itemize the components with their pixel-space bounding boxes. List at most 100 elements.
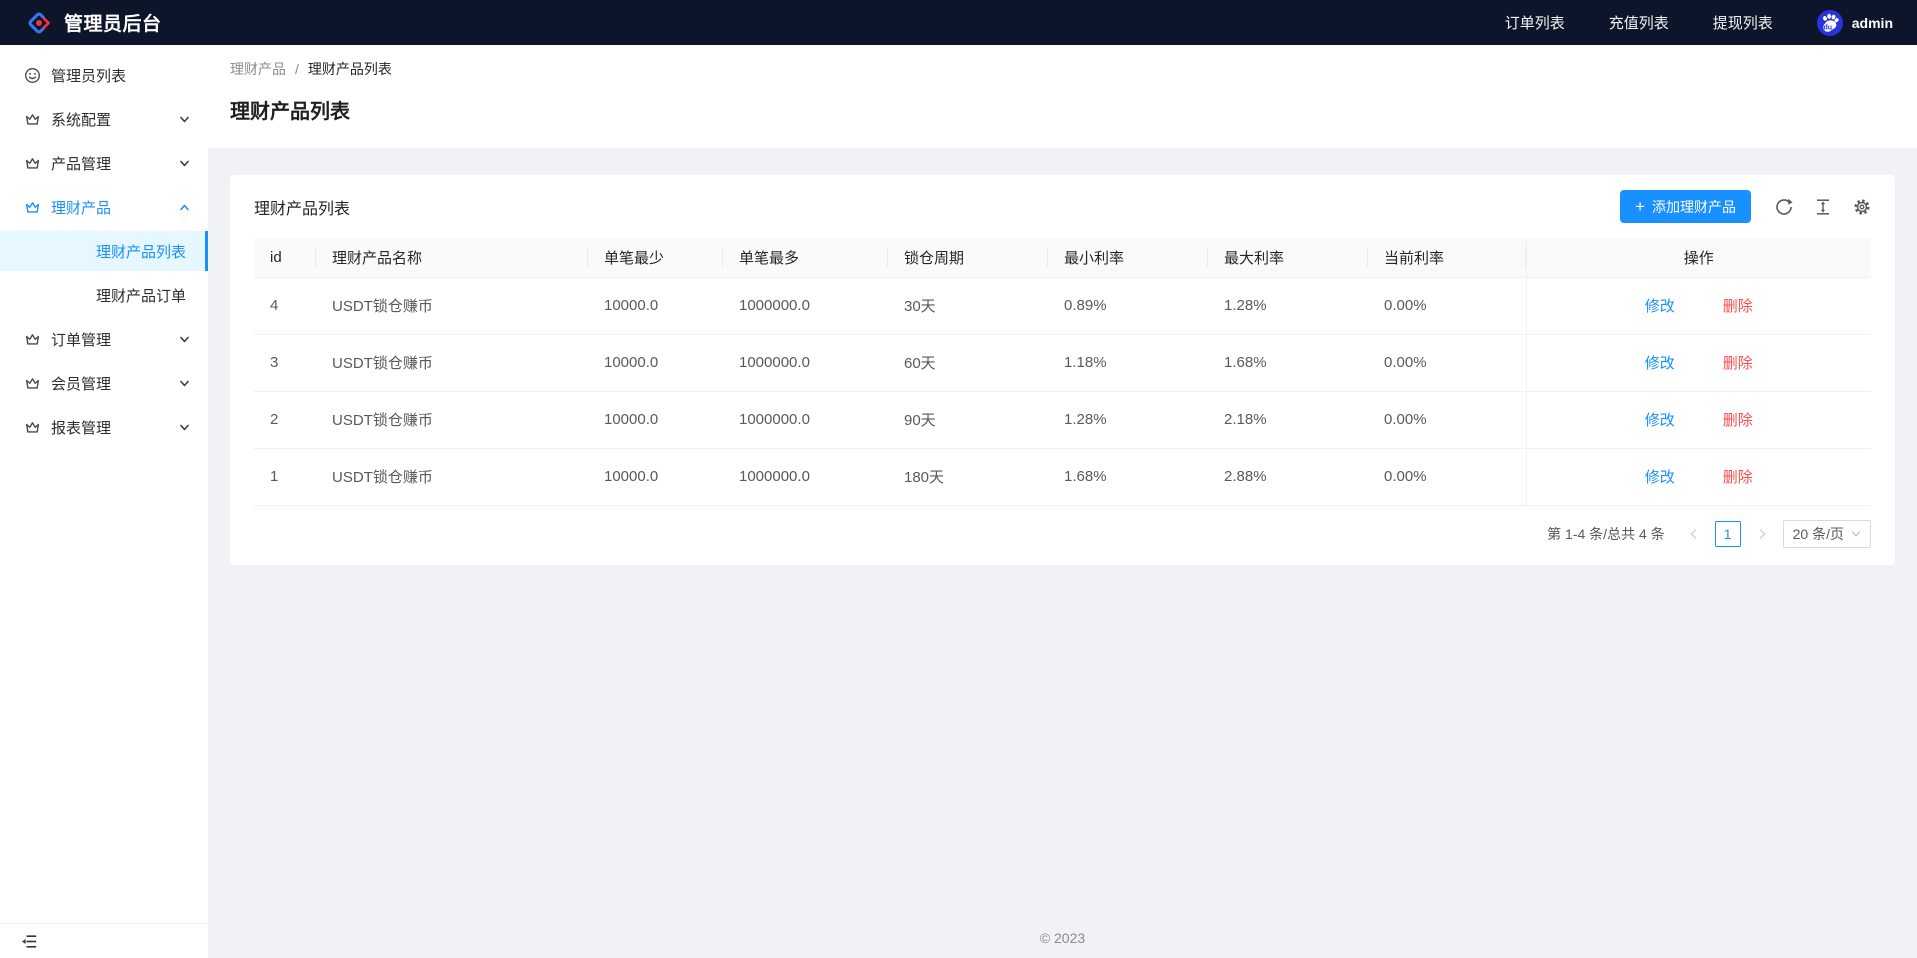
col-header-min-rate: 最小利率: [1048, 238, 1208, 278]
next-page-arrow-icon[interactable]: [1749, 521, 1775, 547]
sidebar-item-label: 理财产品: [51, 199, 112, 217]
pagination-total: 第 1-4 条/总共 4 条: [1547, 525, 1665, 542]
table-row: 2 USDT锁仓赚币 10000.0 1000000.0 90天 1.28% 2…: [254, 391, 1871, 449]
brand[interactable]: 管理员后台: [24, 8, 162, 38]
delete-link[interactable]: 删除: [1723, 355, 1753, 372]
sidebar-item-label: 理财产品列表: [96, 243, 187, 261]
card-header: 理财产品列表 + 添加理财产品: [230, 175, 1895, 238]
cell-name: USDT锁仓赚币: [316, 448, 588, 506]
sidebar: 管理员列表 系统配置 产品管理 理财产品 理财产品列表 理财产品订单 订单管理 …: [0, 45, 208, 958]
edit-link[interactable]: 修改: [1645, 298, 1675, 315]
sidebar-item-report-manage[interactable]: 报表管理: [0, 407, 208, 447]
page-size-select[interactable]: 20 条/页: [1782, 519, 1871, 548]
sidebar-item-system-config[interactable]: 系统配置: [0, 99, 208, 139]
settings-gear-icon[interactable]: [1853, 198, 1871, 216]
cell-period: 180天: [888, 448, 1048, 506]
page-title: 理财产品列表: [230, 101, 350, 123]
sidebar-collapse-trigger[interactable]: [0, 923, 208, 958]
sidebar-item-label: 系统配置: [51, 111, 112, 129]
cell-min-rate: 1.28%: [1048, 391, 1208, 449]
edit-link[interactable]: 修改: [1645, 469, 1675, 486]
cell-period: 90天: [888, 391, 1048, 449]
col-header-name: 理财产品名称: [316, 238, 588, 278]
cell-id: 1: [254, 448, 316, 506]
delete-link[interactable]: 删除: [1723, 469, 1753, 486]
column-height-icon[interactable]: [1814, 198, 1832, 216]
topnav-recharge-list[interactable]: 充值列表: [1609, 12, 1669, 33]
cell-min-rate: 0.89%: [1048, 277, 1208, 335]
cell-actions: 修改 删除: [1525, 391, 1871, 449]
app-title: 管理员后台: [64, 14, 162, 35]
chevron-down-icon: [179, 158, 190, 169]
cell-min: 10000.0: [588, 277, 723, 335]
chevron-up-icon: [179, 202, 190, 213]
edit-link[interactable]: 修改: [1645, 412, 1675, 429]
cell-actions: 修改 删除: [1525, 448, 1871, 506]
breadcrumb-separator: /: [295, 61, 299, 77]
sidebar-item-admin-list[interactable]: 管理员列表: [0, 55, 208, 95]
cell-cur-rate: 0.00%: [1368, 391, 1526, 449]
sidebar-item-label: 报表管理: [51, 419, 112, 437]
cell-max: 1000000.0: [723, 277, 888, 335]
diamond-logo-icon: [24, 8, 54, 38]
page-number-1[interactable]: 1: [1714, 520, 1741, 547]
avatar: du: [1816, 9, 1843, 36]
sidebar-item-label: 管理员列表: [51, 67, 127, 85]
cell-max: 1000000.0: [723, 448, 888, 506]
page-header: 理财产品 / 理财产品列表 理财产品列表: [208, 45, 1917, 148]
sidebar-item-member-manage[interactable]: 会员管理: [0, 363, 208, 403]
edit-link[interactable]: 修改: [1645, 355, 1675, 372]
delete-link[interactable]: 删除: [1723, 412, 1753, 429]
col-header-action: 操作: [1525, 238, 1871, 278]
chevron-down-icon: [179, 378, 190, 389]
table-card: 理财产品列表 + 添加理财产品 id 理财产品名称 单笔最少 单笔最多 锁仓周期…: [230, 175, 1895, 565]
topnav-order-list[interactable]: 订单列表: [1505, 12, 1565, 33]
wealth-product-table: id 理财产品名称 单笔最少 单笔最多 锁仓周期 最小利率 最大利率 当前利率 …: [254, 238, 1871, 506]
cell-name: USDT锁仓赚币: [316, 391, 588, 449]
cell-max-rate: 2.88%: [1208, 448, 1368, 506]
chevron-down-icon: [179, 114, 190, 125]
delete-link[interactable]: 删除: [1723, 298, 1753, 315]
user-menu[interactable]: du admin: [1816, 9, 1893, 36]
sidebar-item-wealth-product[interactable]: 理财产品: [0, 187, 208, 227]
smile-icon: [24, 67, 41, 84]
cell-id: 4: [254, 277, 316, 335]
username: admin: [1851, 14, 1893, 31]
cell-min: 10000.0: [588, 391, 723, 449]
card-toolbar: + 添加理财产品: [1620, 190, 1871, 223]
cell-min: 10000.0: [588, 334, 723, 392]
topbar: 管理员后台 订单列表 充值列表 提现列表 du admin: [0, 0, 1917, 45]
sidebar-item-label: 会员管理: [51, 375, 112, 393]
col-header-id: id: [254, 238, 316, 278]
sidebar-item-product-manage[interactable]: 产品管理: [0, 143, 208, 183]
topnav: 订单列表 充值列表 提现列表: [1505, 12, 1773, 33]
sidebar-item-order-manage[interactable]: 订单管理: [0, 319, 208, 359]
menu-fold-icon: [21, 933, 38, 950]
cell-actions: 修改 删除: [1525, 277, 1871, 335]
col-header-period: 锁仓周期: [888, 238, 1048, 278]
cell-max-rate: 1.28%: [1208, 277, 1368, 335]
pagination: 第 1-4 条/总共 4 条 1 20 条/页: [230, 506, 1895, 565]
sidebar-subitem-wealth-product-list[interactable]: 理财产品列表: [0, 231, 208, 271]
add-wealth-product-button[interactable]: + 添加理财产品: [1620, 190, 1751, 223]
cell-max: 1000000.0: [723, 391, 888, 449]
crown-icon: [24, 111, 41, 128]
chevron-down-icon: [179, 422, 190, 433]
prev-page-arrow-icon[interactable]: [1681, 521, 1707, 547]
cell-cur-rate: 0.00%: [1368, 448, 1526, 506]
svg-text:du: du: [1823, 24, 1832, 31]
col-header-max-rate: 最大利率: [1208, 238, 1368, 278]
add-button-label: 添加理财产品: [1652, 198, 1736, 215]
cell-period: 30天: [888, 277, 1048, 335]
cell-name: USDT锁仓赚币: [316, 334, 588, 392]
crown-icon: [24, 155, 41, 172]
cell-max-rate: 1.68%: [1208, 334, 1368, 392]
topnav-withdraw-list[interactable]: 提现列表: [1713, 12, 1773, 33]
cell-cur-rate: 0.00%: [1368, 277, 1526, 335]
sidebar-item-label: 产品管理: [51, 155, 112, 173]
reload-icon[interactable]: [1775, 198, 1793, 216]
sidebar-subitem-wealth-product-order[interactable]: 理财产品订单: [0, 275, 208, 315]
breadcrumb-parent[interactable]: 理财产品: [230, 59, 286, 79]
col-header-max: 单笔最多: [723, 238, 888, 278]
crown-icon: [24, 331, 41, 348]
